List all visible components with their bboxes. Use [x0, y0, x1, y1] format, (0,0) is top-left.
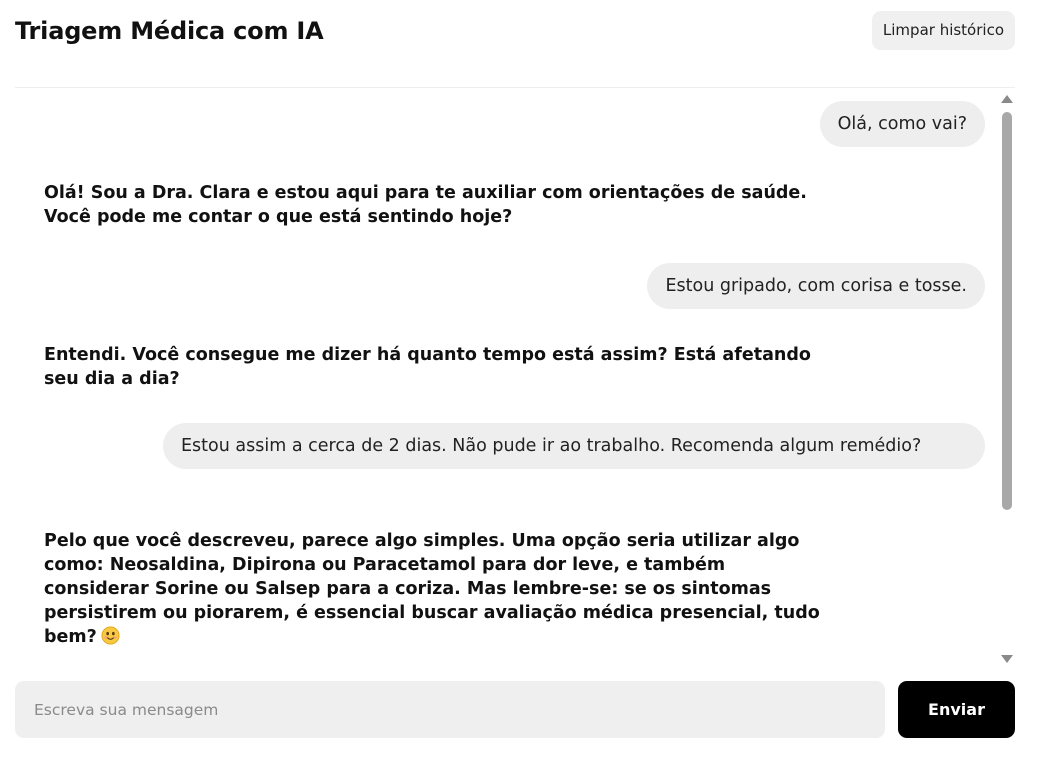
header: Triagem Médica com IA Limpar histórico: [15, 0, 1015, 88]
chat-app: Triagem Médica com IA Limpar histórico O…: [0, 0, 1038, 761]
assistant-message: Pelo que você descreveu, parece algo sim…: [44, 529, 834, 649]
page-title: Triagem Médica com IA: [15, 17, 324, 45]
user-message: Olá, como vai?: [819, 101, 985, 147]
user-message: Estou gripado, com corisa e tosse.: [647, 263, 985, 309]
assistant-message: Olá! Sou a Dra. Clara e estou aqui para …: [44, 183, 807, 227]
user-message: Estou assim a cerca de 2 dias. Não pude …: [163, 423, 985, 469]
send-button[interactable]: Enviar: [898, 681, 1015, 738]
assistant-message-text: Pelo que você descreveu, parece algo sim…: [44, 531, 820, 647]
composer: Enviar: [15, 681, 1015, 738]
triangle-up-icon[interactable]: [999, 93, 1015, 105]
assistant-message: Entendi. Você consegue me dizer há quant…: [44, 345, 811, 389]
scrollbar-thumb[interactable]: [1002, 112, 1012, 510]
chat-scrollbar[interactable]: [999, 93, 1015, 665]
smiling-face-emoji-icon: [101, 626, 120, 645]
clear-history-button[interactable]: Limpar histórico: [871, 11, 1015, 50]
message-input[interactable]: [15, 681, 885, 738]
chat-area[interactable]: Olá, como vai? Olá! Sou a Dra. Clara e e…: [15, 89, 1015, 667]
triangle-down-icon[interactable]: [999, 653, 1015, 665]
